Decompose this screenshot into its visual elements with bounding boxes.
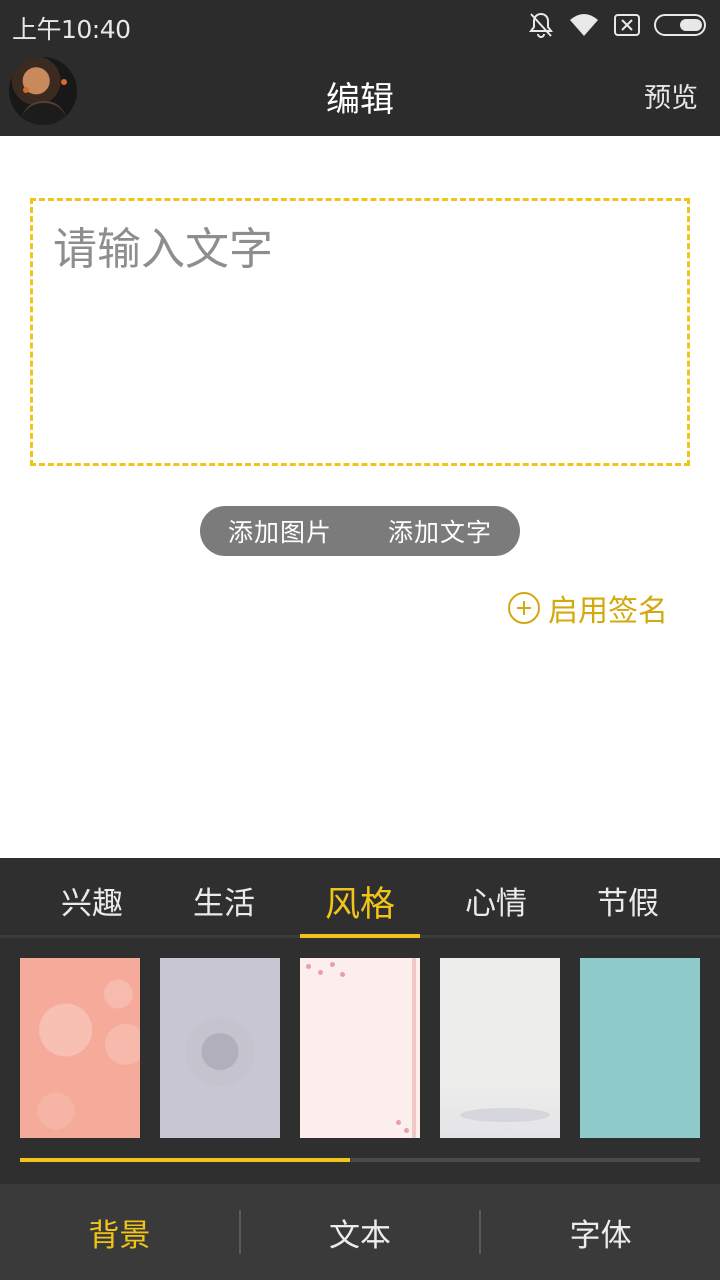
battery-icon <box>654 14 706 36</box>
plus-circle-icon <box>508 592 540 624</box>
tab-interest[interactable]: 兴趣 <box>32 878 152 923</box>
add-actions-pill: 添加图片 添加文字 <box>200 506 520 556</box>
background-thumbnail-pink[interactable] <box>20 958 140 1138</box>
tab-mood[interactable]: 心情 <box>436 878 556 923</box>
background-thumbnail-teal[interactable] <box>580 958 700 1138</box>
add-image-button[interactable]: 添加图片 <box>200 513 360 549</box>
tab-life[interactable]: 生活 <box>164 878 284 923</box>
active-tab-indicator <box>300 934 420 938</box>
text-input-box[interactable] <box>30 198 690 466</box>
thumbnail-scroll-track[interactable] <box>20 1158 700 1162</box>
nav-background[interactable]: 背景 <box>0 1210 239 1255</box>
background-panel: 兴趣 生活 风格 心情 节假 <box>0 858 720 1184</box>
category-tabs: 兴趣 生活 风格 心情 节假 <box>0 858 720 938</box>
preview-button[interactable]: 预览 <box>644 76 698 115</box>
bottom-nav: 背景 文本 字体 <box>0 1184 720 1280</box>
nav-text[interactable]: 文本 <box>241 1210 480 1255</box>
page-title: 编辑 <box>326 80 394 120</box>
status-time: 上午10:40 <box>12 15 131 44</box>
status-icons <box>528 10 708 40</box>
enable-signature-label: 启用签名 <box>548 594 668 629</box>
sim-card-none-icon <box>614 14 640 36</box>
text-input[interactable] <box>33 201 687 463</box>
background-thumbnail-blossom[interactable] <box>300 958 420 1138</box>
add-text-button[interactable]: 添加文字 <box>360 513 520 549</box>
enable-signature-button[interactable]: 启用签名 <box>508 586 668 630</box>
background-thumbnail-lavender[interactable] <box>160 958 280 1138</box>
thumbnail-scroll-indicator <box>20 1158 350 1162</box>
wifi-icon <box>570 14 598 36</box>
notifications-off-icon <box>529 12 553 39</box>
nav-font[interactable]: 字体 <box>481 1210 720 1255</box>
tab-style[interactable]: 风格 <box>300 876 420 927</box>
tab-holiday[interactable]: 节假 <box>568 878 688 923</box>
background-thumbnail-mist[interactable] <box>440 958 560 1138</box>
status-bar: 上午10:40 <box>0 0 720 50</box>
background-thumbnails <box>20 958 700 1138</box>
app-bar: 编辑 预览 <box>0 50 720 136</box>
